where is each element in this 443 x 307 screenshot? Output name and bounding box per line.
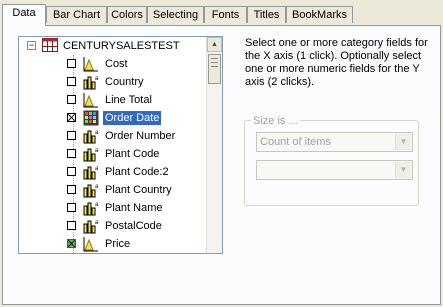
field-label: PostalCode [105, 220, 162, 232]
tree-root-row[interactable]: − CENTURYSALESTEST [19, 37, 209, 55]
size-field-combo[interactable]: ▼ [256, 160, 413, 180]
field-checkbox[interactable] [67, 149, 76, 158]
chevron-down-icon[interactable]: ▼ [395, 134, 411, 150]
category-field-icon: a [83, 220, 99, 234]
svg-text:a: a [95, 76, 99, 82]
tree-field-row[interactable]: Cost [19, 55, 209, 73]
tab-strip: Data Bar Chart Colors Selecting Fonts Ti… [2, 4, 441, 26]
field-label: Line Total [105, 94, 152, 106]
tab-fonts[interactable]: Fonts [204, 6, 247, 23]
scroll-up-arrow-icon[interactable]: ▲ [207, 37, 222, 52]
size-aggregate-value: Count of items [260, 136, 331, 148]
svg-text:a: a [95, 166, 99, 172]
svg-text:a: a [95, 202, 99, 208]
tree-field-row[interactable]: Price [19, 235, 209, 253]
svg-text:a: a [95, 220, 99, 226]
tree-field-row[interactable]: a Plant Code [19, 145, 209, 163]
field-label: Plant Code:2 [105, 166, 169, 178]
tab-data[interactable]: Data [2, 4, 46, 26]
tree-field-row[interactable]: Line Total [19, 91, 209, 109]
field-label: Plant Code [105, 148, 160, 160]
field-checkbox[interactable] [67, 203, 76, 212]
size-group-legend: Size is ... [251, 115, 300, 127]
tab-bar-chart[interactable]: Bar Chart [46, 6, 107, 23]
tree-field-row[interactable]: a Order Number [19, 127, 209, 145]
measure-field-icon [83, 57, 98, 72]
measure-field-icon [83, 93, 98, 108]
field-checkbox[interactable] [67, 77, 76, 86]
category-field-icon: a [83, 202, 99, 216]
tree-field-row[interactable]: a PostalCode [19, 217, 209, 235]
size-aggregate-combo[interactable]: Count of items ▼ [256, 132, 413, 152]
field-label: Cost [105, 58, 128, 70]
field-label: Order Date [103, 111, 162, 125]
scroll-thumb[interactable] [208, 54, 221, 84]
tree-field-row[interactable]: Order Date [19, 109, 209, 127]
category-field-icon: a [83, 148, 99, 162]
data-tab-panel: − CENTURYSALESTEST Cost a Country Line T… [2, 25, 441, 305]
date-field-icon [83, 110, 99, 126]
svg-text:a: a [95, 148, 99, 154]
field-checkbox[interactable] [67, 167, 76, 176]
instructions-text: Select one or more category fields for t… [245, 37, 428, 88]
field-tree[interactable]: − CENTURYSALESTEST Cost a Country Line T… [18, 36, 223, 254]
tree-root-label: CENTURYSALESTEST [63, 40, 180, 52]
category-field-icon: a [83, 76, 99, 90]
tree-field-row[interactable]: a Plant Name [19, 199, 209, 217]
field-label: Plant Name [105, 202, 163, 214]
field-checkbox[interactable] [67, 113, 76, 122]
field-label: Plant Country [105, 184, 172, 196]
field-checkbox[interactable] [67, 185, 76, 194]
tree-field-row[interactable]: a Country [19, 73, 209, 91]
tab-bookmarks[interactable]: BookMarks [286, 6, 353, 23]
tab-colors[interactable]: Colors [107, 6, 147, 23]
table-icon [42, 38, 58, 52]
category-field-icon: a [83, 130, 99, 144]
category-field-icon: a [83, 184, 99, 198]
field-checkbox[interactable] [67, 221, 76, 230]
field-label: Country [105, 76, 144, 88]
svg-text:a: a [95, 184, 99, 190]
measure-field-icon [83, 237, 98, 252]
svg-text:a: a [95, 130, 99, 136]
tree-vertical-scrollbar[interactable]: ▲ [206, 37, 222, 253]
tree-field-row[interactable]: a Plant Country [19, 181, 209, 199]
collapse-icon[interactable]: − [27, 41, 36, 50]
tab-titles[interactable]: Titles [247, 6, 286, 23]
tree-field-row[interactable]: a Plant Code:2 [19, 163, 209, 181]
category-field-icon: a [83, 166, 99, 180]
field-label: Order Number [105, 130, 176, 142]
tab-selecting[interactable]: Selecting [147, 6, 204, 23]
field-label: Price [105, 238, 131, 250]
field-checkbox[interactable] [67, 59, 76, 68]
field-checkbox[interactable] [67, 131, 76, 140]
field-checkbox[interactable] [67, 95, 76, 104]
chevron-down-icon[interactable]: ▼ [395, 162, 411, 178]
field-checkbox[interactable] [67, 239, 76, 248]
